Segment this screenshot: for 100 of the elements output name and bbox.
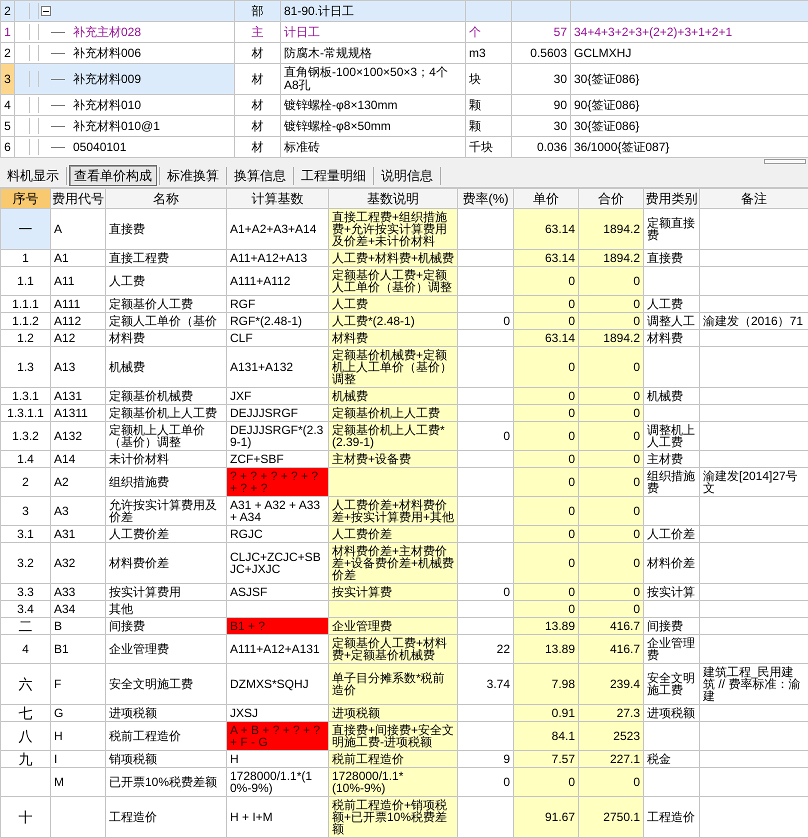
- code-cell: M: [50, 768, 106, 796]
- note-cell: 建筑工程_民用建筑 // 费率标准：渝建: [700, 664, 808, 704]
- base-cell: A1+A2+A3+A14: [226, 208, 328, 250]
- tree-line-icon: [29, 45, 39, 61]
- name-cell: 定额基价机械费: [106, 388, 226, 404]
- base-desc-cell: 税前工程造价+销项税额+已开票10%税费差额: [328, 796, 458, 838]
- tab[interactable]: 换算信息: [229, 165, 291, 186]
- base-desc-cell: 直接费+间接费+安全文明施工费-进项税额: [328, 722, 458, 750]
- scrollbar-thumb[interactable]: [764, 158, 806, 164]
- rate-cell: [458, 404, 514, 422]
- category-cell: 税金: [644, 750, 700, 768]
- unit-price-cell: 91.67: [514, 796, 578, 838]
- code-cell: A1311: [50, 404, 106, 422]
- seq-cell: 2: [0, 468, 50, 496]
- base-cell: DEJJJSRGF*(2.39-1): [226, 422, 328, 450]
- base-desc-cell: 人工费价差+材料费价差+按实计算费用+其他: [328, 496, 458, 526]
- rate-cell: [458, 600, 514, 618]
- code-cell: A33: [50, 584, 106, 600]
- tab[interactable]: 标准换算: [162, 165, 224, 186]
- tab[interactable]: 料机显示: [2, 165, 64, 186]
- column-header[interactable]: 名称: [106, 188, 226, 208]
- category-cell: 调整机上人工费: [644, 422, 700, 450]
- unit-price-cell: 0: [514, 296, 578, 312]
- name-cell: 直接工程费: [106, 250, 226, 266]
- collapse-icon[interactable]: [41, 6, 51, 16]
- row-number-cell[interactable]: 3: [0, 64, 14, 94]
- tree-line-icon: [29, 3, 39, 19]
- base-desc-cell: 定额基价人工费+定额人工单价（基价）调整: [328, 266, 458, 296]
- unit-price-cell: 0.91: [514, 704, 578, 722]
- seq-cell: 4: [0, 634, 50, 664]
- category-cell: 人工费: [644, 296, 700, 312]
- name-cell: 机械费: [106, 346, 226, 388]
- name-cell: 税前工程造价: [106, 722, 226, 750]
- tab[interactable]: 工程量明细: [296, 165, 371, 186]
- rate-cell: [458, 250, 514, 266]
- seq-cell: 3.3: [0, 584, 50, 600]
- base-desc-cell: 材料费价差+主材费价差+设备费价差+机械费价差: [328, 542, 458, 584]
- total-cell: 416.7: [578, 618, 644, 634]
- category-cell: [644, 768, 700, 796]
- base-cell: H: [226, 750, 328, 768]
- name-cell: 允许按实计算费用及价差: [106, 496, 226, 526]
- total-cell: 239.4: [578, 664, 644, 704]
- rate-cell: 0: [458, 768, 514, 796]
- base-cell: ? + ? + ? + ? + ? + ? + ?: [226, 468, 328, 496]
- total-cell: 0: [578, 312, 644, 330]
- row-number-cell[interactable]: 2: [0, 0, 14, 22]
- tab[interactable]: 查看单价构成: [69, 165, 157, 186]
- seq-cell: 十: [0, 796, 50, 838]
- category-cell: 主材费: [644, 450, 700, 468]
- unit-price-cell: 0: [514, 404, 578, 422]
- unit-price-cell: 0: [514, 584, 578, 600]
- unit-price-cell: 63.14: [514, 208, 578, 250]
- code-cell: I: [50, 750, 106, 768]
- column-header[interactable]: 基数说明: [328, 188, 458, 208]
- total-cell: 1894.2: [578, 330, 644, 346]
- code-cell: B: [50, 618, 106, 634]
- base-desc-cell: 主材费+设备费: [328, 450, 458, 468]
- material-name: 补充主材028: [73, 26, 142, 38]
- base-desc-cell: 定额基价机上人工费*(2.39-1): [328, 422, 458, 450]
- seq-cell: 1: [0, 250, 50, 266]
- seq-cell: 1.1.1: [0, 296, 50, 312]
- total-cell: 1894.2: [578, 208, 644, 250]
- column-header[interactable]: 序号: [0, 188, 50, 208]
- base-cell: DEJJJSRGF: [226, 404, 328, 422]
- rate-cell: [458, 496, 514, 526]
- unit-price-cell: 13.89: [514, 634, 578, 664]
- unit-price-cell: 13.89: [514, 618, 578, 634]
- code-cell: A14: [50, 450, 106, 468]
- total-cell: 2750.1: [578, 796, 644, 838]
- tab[interactable]: 说明信息: [376, 165, 438, 186]
- code-cell: A112: [50, 312, 106, 330]
- column-header[interactable]: 计算基数: [226, 188, 328, 208]
- code-cell: [50, 796, 106, 838]
- name-cell: 企业管理费: [106, 634, 226, 664]
- unit-price-cell: 0: [514, 346, 578, 388]
- unit-price-cell: 0: [514, 266, 578, 296]
- seq-cell: 二: [0, 618, 50, 634]
- category-cell: [644, 600, 700, 618]
- category-cell: [644, 722, 700, 750]
- seq-cell: 九: [0, 750, 50, 768]
- category-cell: 安全文明施工费: [644, 664, 700, 704]
- code-cell: F: [50, 664, 106, 704]
- category-cell: 进项税额: [644, 704, 700, 722]
- base-desc-cell: 定额基价人工费+材料费+定额基价机械费: [328, 634, 458, 664]
- base-desc-cell: 人工费价差: [328, 526, 458, 542]
- name-cell: 定额机上人工单价（基价）调整: [106, 422, 226, 450]
- rate-cell: [458, 388, 514, 404]
- unit-price-cell: 0: [514, 496, 578, 526]
- seq-cell: 八: [0, 722, 50, 750]
- rate-cell: [458, 704, 514, 722]
- note-cell: 渝建发（2016）71: [700, 312, 808, 330]
- rate-cell: [458, 796, 514, 838]
- base-desc-cell: 机械费: [328, 388, 458, 404]
- seq-cell: 1.1: [0, 266, 50, 296]
- unit-price-cell: 0: [514, 526, 578, 542]
- total-cell: 0: [578, 422, 644, 450]
- unit-price-cell: 7.57: [514, 750, 578, 768]
- base-desc-cell: 单子目分摊系数*税前造价: [328, 664, 458, 704]
- rate-cell: 0: [458, 312, 514, 330]
- base-desc-cell: 人工费*(2.48-1): [328, 312, 458, 330]
